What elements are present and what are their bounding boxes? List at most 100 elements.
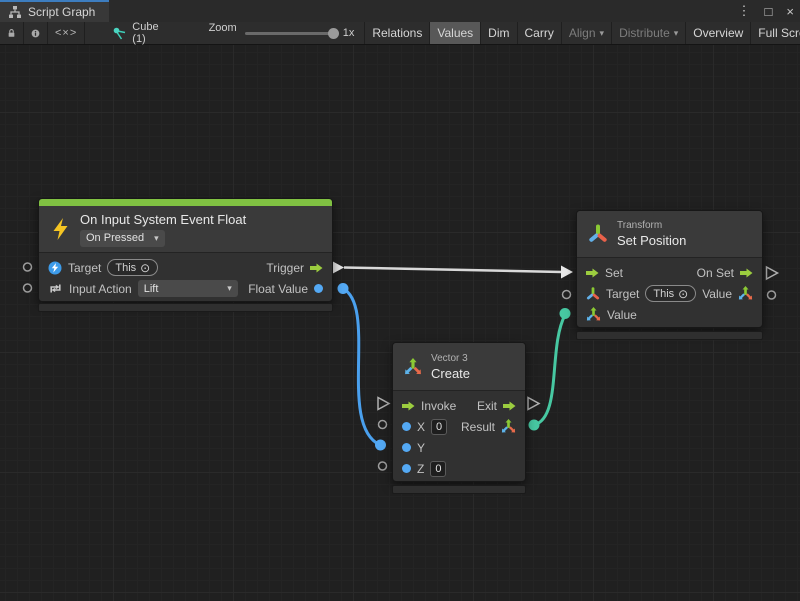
chevron-down-icon: ▾ <box>154 233 159 244</box>
overview-button[interactable]: Overview <box>686 22 751 44</box>
port-label: Exit <box>477 399 497 413</box>
port-label: Value <box>607 308 637 322</box>
float-port-dot <box>314 284 323 293</box>
port-vector-exit-out[interactable] <box>528 398 539 410</box>
transform-node-category: Transform <box>617 220 686 231</box>
chevron-down-icon: ▾ <box>600 28 605 39</box>
flow-arrow-icon <box>402 401 415 411</box>
maximize-icon[interactable]: □ <box>765 4 773 19</box>
wire-result-to-value[interactable] <box>534 315 565 425</box>
object-picker-icon[interactable]: ⊙ <box>140 262 150 274</box>
vector-node-header: Vector 3 Create <box>393 343 525 391</box>
tab-script-graph[interactable]: Script Graph <box>0 0 109 22</box>
relations-button[interactable]: Relations <box>364 22 430 44</box>
z-value-field[interactable]: 0 <box>430 461 446 477</box>
vector-y-row: Y <box>393 437 525 458</box>
port-label: Z <box>417 462 424 476</box>
distribute-dropdown[interactable]: Distribute▾ <box>612 22 686 44</box>
port-label: Float Value <box>248 282 308 296</box>
zoom-slider[interactable] <box>237 22 337 44</box>
chevron-down-icon: ▾ <box>674 28 679 39</box>
chevron-down-icon: ▾ <box>227 283 232 294</box>
zoom-label: Zoom <box>209 22 237 44</box>
port-vector-y-in[interactable] <box>375 440 386 451</box>
port-event-floatvalue-out[interactable] <box>338 283 349 294</box>
vector3-icon <box>404 358 422 376</box>
flow-arrow-icon <box>310 263 323 273</box>
zoom-slider-handle[interactable] <box>328 28 339 39</box>
transform-node-title: Set Position <box>617 233 686 248</box>
wire-floatvalue-to-y[interactable] <box>343 289 380 446</box>
port-vector-invoke-in[interactable] <box>378 398 389 410</box>
port-vector-result-out[interactable] <box>529 420 540 431</box>
vector3-icon <box>738 286 753 301</box>
transform-node-body: Set On Set Target <box>577 258 762 327</box>
full-screen-button[interactable]: Full Screen <box>751 22 800 44</box>
code-preview-icon: <×> <box>55 27 77 39</box>
window-controls: ⋮ □ × <box>738 0 794 22</box>
transform-node-header: Transform Set Position <box>577 211 762 258</box>
breadcrumb-label: Cube (1) <box>132 21 158 45</box>
code-preview-button[interactable]: <×> <box>48 22 85 44</box>
port-transform-target-in[interactable] <box>563 291 571 299</box>
transform-icon <box>588 224 608 244</box>
close-icon[interactable]: × <box>786 4 794 19</box>
zoom-value: 1x <box>343 27 355 39</box>
vector3-icon <box>501 419 516 434</box>
vector-node-title: Create <box>431 366 470 381</box>
lock-icon <box>7 26 16 40</box>
toolbar: <×> Cube (1) Zoom 1x Relations Values Di… <box>0 22 800 45</box>
event-node-header: On Input System Event Float On Pressed ▾ <box>39 206 332 253</box>
node-vector3-create[interactable]: Vector 3 Create Invoke Exit <box>392 342 526 482</box>
flow-arrow-icon <box>586 268 599 278</box>
align-dropdown[interactable]: Align▾ <box>562 22 612 44</box>
float-port-dot <box>402 464 411 473</box>
this-object-field[interactable]: This ⊙ <box>107 259 158 276</box>
wire-trigger-to-set[interactable] <box>344 268 562 273</box>
gameobject-event-icon <box>48 261 62 275</box>
info-button[interactable] <box>24 22 48 44</box>
lock-button[interactable] <box>0 22 24 44</box>
event-node-footer <box>38 303 333 312</box>
event-node-body: Target This ⊙ Trigger <box>39 253 332 301</box>
port-label: Y <box>417 441 425 455</box>
carry-button[interactable]: Carry <box>518 22 562 44</box>
tab-bar: Script Graph ⋮ □ × <box>0 0 800 22</box>
script-graph-window: Script Graph ⋮ □ × <×> <box>0 0 800 601</box>
port-label: Trigger <box>266 261 304 275</box>
transform-set-row: Set On Set <box>577 262 762 283</box>
port-label: X <box>417 420 425 434</box>
values-button[interactable]: Values <box>430 22 481 44</box>
zoom-slider-track[interactable] <box>245 32 337 35</box>
port-label: On Set <box>697 266 734 280</box>
port-transform-onset-out[interactable] <box>767 267 778 279</box>
dim-button[interactable]: Dim <box>481 22 517 44</box>
breadcrumb[interactable]: Cube (1) <box>113 22 158 44</box>
port-transform-value-in[interactable] <box>560 308 571 319</box>
float-port-dot <box>402 443 411 452</box>
transform-target-row: Target This ⊙ Value <box>577 283 762 304</box>
port-label: Input Action <box>69 282 132 296</box>
graph-canvas[interactable]: On Input System Event Float On Pressed ▾… <box>0 45 800 601</box>
menu-icon[interactable]: ⋮ <box>738 3 751 19</box>
event-mode-dropdown[interactable]: On Pressed ▾ <box>80 230 165 247</box>
vector-x-row: X 0 Result <box>393 416 525 437</box>
node-transform-set-position[interactable]: Transform Set Position Set On Set <box>576 210 763 328</box>
node-on-input-system-event-float[interactable]: On Input System Event Float On Pressed ▾… <box>38 198 333 302</box>
x-value-field[interactable]: 0 <box>431 419 447 435</box>
graph-icon <box>8 5 22 19</box>
port-event-action-in[interactable] <box>24 284 32 292</box>
port-event-target-in[interactable] <box>24 263 32 271</box>
this-object-field[interactable]: This ⊙ <box>645 285 696 302</box>
vector-node-body: Invoke Exit X 0 Result <box>393 391 525 481</box>
port-label: Target <box>606 287 639 301</box>
input-action-dropdown[interactable]: Lift ▾ <box>138 280 238 297</box>
event-node-title: On Input System Event Float <box>80 212 246 227</box>
transform-node-footer <box>576 331 763 340</box>
object-picker-icon[interactable]: ⊙ <box>678 288 688 300</box>
port-vector-x-in[interactable] <box>379 421 387 429</box>
port-vector-z-in[interactable] <box>379 462 387 470</box>
event-target-row: Target This ⊙ Trigger <box>39 257 332 278</box>
vector-node-footer <box>392 485 526 494</box>
port-transform-valueout-out[interactable] <box>768 291 776 299</box>
